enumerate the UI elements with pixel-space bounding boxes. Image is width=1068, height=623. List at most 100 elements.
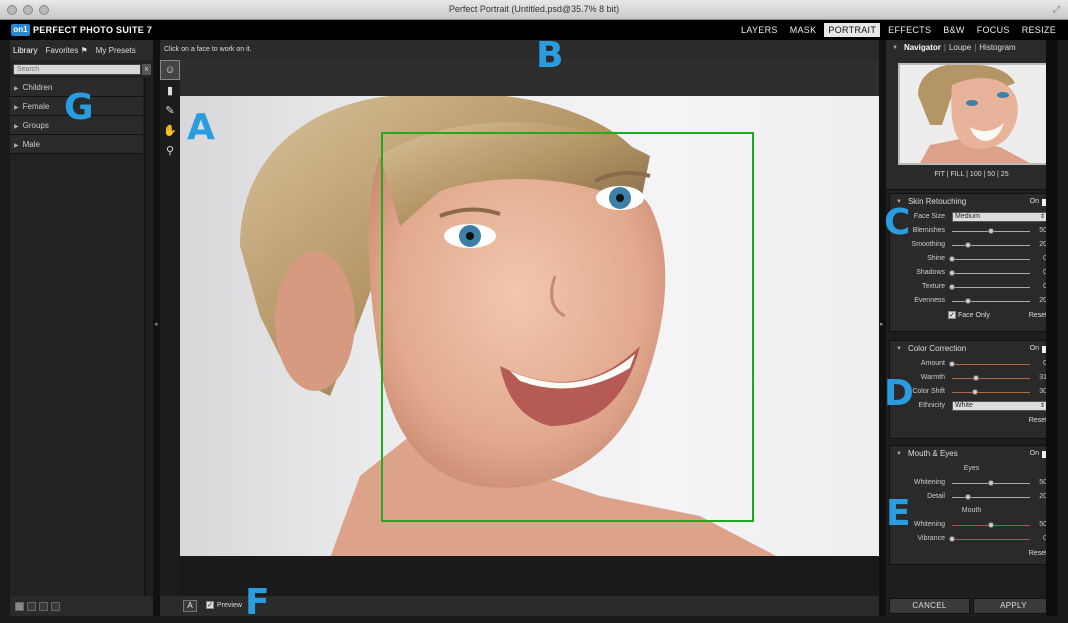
action-bar: CANCEL APPLY <box>889 598 1054 614</box>
on-label: On <box>1029 345 1039 352</box>
preview-label: Preview <box>217 601 242 609</box>
slider-track[interactable] <box>952 497 1030 498</box>
disclosure-triangle-icon: ▶ <box>14 124 19 130</box>
image-canvas[interactable] <box>180 60 879 556</box>
tab-mask[interactable]: MASK <box>786 23 821 37</box>
retouch-brush-tool-icon[interactable]: ✎ <box>160 100 180 120</box>
face-size-select[interactable]: Medium ⇕ <box>952 212 1048 222</box>
tab-my-presets[interactable]: My Presets <box>96 46 136 55</box>
navigator-thumbnail[interactable] <box>898 63 1054 165</box>
mouth-eyes-reset-button[interactable]: Reset <box>1029 550 1047 557</box>
tab-loupe[interactable]: Loupe <box>949 40 971 56</box>
skin-reset-button[interactable]: Reset <box>1029 312 1047 319</box>
module-tabs: LAYERS MASK PORTRAIT EFFECTS B&W FOCUS R… <box>733 23 1060 37</box>
on-toggle[interactable]: On <box>1030 194 1047 210</box>
ethnicity-select[interactable]: White ⇕ <box>952 401 1048 411</box>
skin-retouching-header[interactable]: ▼ Skin Retouching On <box>890 194 1053 210</box>
slider-track[interactable] <box>952 364 1030 365</box>
slider-knob[interactable] <box>949 361 955 367</box>
collapse-triangle-icon[interactable]: ▼ <box>896 341 902 357</box>
view-mode-bar <box>10 596 153 616</box>
preview-toggle[interactable]: ✓ Preview <box>206 601 242 609</box>
collapse-triangle-icon[interactable]: ▼ <box>892 40 898 56</box>
hand-tool-icon[interactable]: ✋ <box>160 120 180 140</box>
clear-search-icon[interactable]: x <box>142 64 151 75</box>
slider-knob[interactable] <box>949 536 955 542</box>
single-view-icon[interactable] <box>15 601 24 611</box>
face-only-checkbox[interactable]: ✓ <box>948 311 956 319</box>
slider-track[interactable] <box>952 287 1030 288</box>
list-view-icon[interactable] <box>51 601 60 611</box>
slider-knob[interactable] <box>949 256 955 262</box>
zoom-tool-icon[interactable]: ⚲ <box>160 140 180 160</box>
apply-button[interactable]: APPLY <box>973 598 1054 614</box>
mouth-eyes-header[interactable]: ▼ Mouth & Eyes On <box>890 446 1053 462</box>
slider-knob[interactable] <box>964 298 971 304</box>
search-input[interactable] <box>13 64 141 75</box>
library-item-male[interactable]: ▶ Male <box>10 135 143 154</box>
slider-track[interactable] <box>952 259 1030 260</box>
slider-knob[interactable] <box>964 242 971 248</box>
slider-track[interactable] <box>952 301 1030 302</box>
settings-scrollbar[interactable] <box>1046 40 1057 616</box>
slider-track[interactable] <box>952 539 1030 540</box>
mouth-sliders: Whitening50Vibrance0 <box>890 518 1053 546</box>
slider-label: Whitening <box>913 479 945 486</box>
face-select-tool-icon[interactable]: ☺ <box>160 60 180 80</box>
slider-track[interactable] <box>952 392 1030 393</box>
tab-layers[interactable]: LAYERS <box>737 23 782 37</box>
slider-row: Blemishes 50 <box>890 224 1053 238</box>
face-only-toggle[interactable]: ✓ Face Only <box>948 311 990 319</box>
right-panel-toggle[interactable]: ▸ <box>879 40 886 616</box>
color-correction-header[interactable]: ▼ Color Correction On <box>890 341 1053 357</box>
skin-sliders: Blemishes50Smoothing20Shine0Shadows0Text… <box>890 224 1053 308</box>
slider-knob[interactable] <box>949 270 955 276</box>
before-after-button[interactable]: A <box>183 600 197 612</box>
tab-histogram[interactable]: Histogram <box>979 40 1015 56</box>
face-detection-box[interactable] <box>381 132 754 522</box>
callout-marker-f: F <box>245 582 270 623</box>
app-header: on1 PERFECT PHOTO SUITE 7 LAYERS MASK PO… <box>0 20 1068 40</box>
tab-separator: | <box>974 43 977 52</box>
callout-marker-c: C <box>884 202 911 243</box>
slider-knob[interactable] <box>988 480 994 486</box>
zoom-options[interactable]: FIT | FILL | 100 | 50 | 25 <box>886 171 1057 178</box>
slider-knob[interactable] <box>949 284 955 290</box>
slider-knob[interactable] <box>988 228 994 234</box>
tab-library[interactable]: Library <box>13 46 37 55</box>
tab-focus[interactable]: FOCUS <box>973 23 1014 37</box>
on-toggle[interactable]: On <box>1030 341 1047 357</box>
tab-effects[interactable]: EFFECTS <box>884 23 935 37</box>
grid-view-icon[interactable] <box>27 601 36 611</box>
mouth-subheader: Mouth <box>890 504 1053 518</box>
tab-bw[interactable]: B&W <box>939 23 968 37</box>
slider-knob[interactable] <box>964 494 971 500</box>
library-scrollbar[interactable] <box>144 78 153 596</box>
callout-marker-g: G <box>64 87 94 128</box>
collapse-right-icon: ▸ <box>880 321 884 328</box>
brush-tool-icon[interactable]: ▮ <box>160 80 180 100</box>
navigator-panel: ▼ Navigator | Loupe | Histogram FIT | FI… <box>886 40 1057 190</box>
disclosure-triangle-icon: ▶ <box>14 86 19 92</box>
fullscreen-icon[interactable]: ⤢ <box>1053 4 1060 15</box>
preview-checkbox[interactable]: ✓ <box>206 601 214 609</box>
cancel-button[interactable]: CANCEL <box>889 598 970 614</box>
tab-navigator[interactable]: Navigator <box>904 40 941 56</box>
tab-favorites[interactable]: Favorites ⚑ <box>45 46 87 55</box>
color-reset-button[interactable]: Reset <box>1029 417 1047 424</box>
on-toggle[interactable]: On <box>1030 446 1047 462</box>
slider-track[interactable] <box>952 245 1030 246</box>
slider-track[interactable] <box>952 273 1030 274</box>
collapse-triangle-icon[interactable]: ▼ <box>896 446 902 462</box>
filmstrip-view-icon[interactable] <box>39 601 48 611</box>
left-panel-toggle[interactable]: ◂ <box>153 40 160 616</box>
callout-marker-e: E <box>886 493 911 534</box>
tab-portrait[interactable]: PORTRAIT <box>824 23 881 37</box>
on-label: On <box>1029 450 1039 457</box>
tab-resize[interactable]: RESIZE <box>1018 23 1060 37</box>
slider-knob[interactable] <box>988 522 994 528</box>
settings-panel: ▼ Navigator | Loupe | Histogram FIT | FI… <box>886 40 1057 616</box>
slider-knob[interactable] <box>972 389 979 395</box>
slider-track[interactable] <box>952 378 1030 379</box>
slider-knob[interactable] <box>973 375 980 381</box>
